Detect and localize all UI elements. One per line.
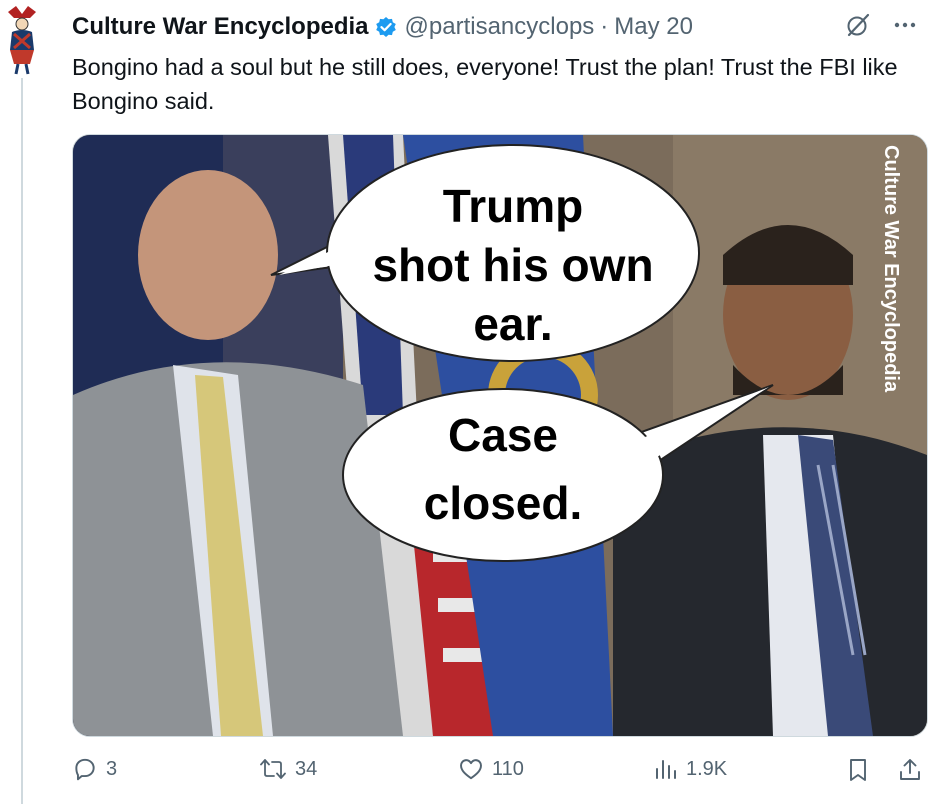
- repost-button[interactable]: 34: [259, 756, 317, 782]
- views-count: 1.9K: [686, 757, 728, 780]
- bubble-2-line-2: closed.: [424, 477, 583, 529]
- action-bar: 3 34 110 1.9K: [72, 756, 923, 790]
- avatar-logo-icon: [8, 6, 36, 75]
- like-button[interactable]: 110: [458, 756, 524, 782]
- bubble-2-line-1: Case: [448, 409, 558, 461]
- tweet-date[interactable]: May 20: [614, 13, 693, 41]
- bubble-1-line-3: ear.: [473, 298, 552, 350]
- grok-icon[interactable]: [845, 12, 871, 38]
- like-icon: [460, 759, 482, 780]
- views-icon: [656, 760, 676, 779]
- reply-count: 3: [106, 757, 118, 780]
- avatar[interactable]: [0, 4, 44, 76]
- views-button[interactable]: 1.9K: [654, 756, 727, 782]
- reply-button[interactable]: 3: [72, 756, 117, 782]
- tweet-media[interactable]: Trump shot his own ear. Case closed. Cul…: [72, 134, 928, 737]
- tweet-text: Bongino had a soul but he still does, ev…: [72, 54, 898, 114]
- share-icon: [900, 759, 920, 780]
- verified-badge-icon[interactable]: [375, 16, 397, 38]
- bookmark-icon: [850, 759, 866, 781]
- header-separator: ·: [600, 13, 609, 40]
- media-image: Trump shot his own ear. Case closed. Cul…: [73, 135, 927, 736]
- bubble-1-line-1: Trump: [443, 180, 584, 232]
- author-handle[interactable]: @partisancyclops: [405, 13, 595, 41]
- bubble-1-line-2: shot his own: [372, 239, 653, 291]
- repost-icon: [260, 759, 286, 779]
- reply-icon: [75, 758, 95, 781]
- like-count: 110: [492, 757, 524, 780]
- tweet-header: Culture War Encyclopedia @partisancyclop…: [72, 12, 917, 42]
- bookmark-button[interactable]: [846, 756, 870, 784]
- share-button[interactable]: [898, 756, 922, 784]
- author-name[interactable]: Culture War Encyclopedia: [72, 13, 369, 41]
- thread-line: [21, 78, 23, 804]
- repost-count: 34: [295, 757, 318, 780]
- more-icon[interactable]: [893, 13, 917, 37]
- media-watermark: Culture War Encyclopedia: [880, 145, 902, 393]
